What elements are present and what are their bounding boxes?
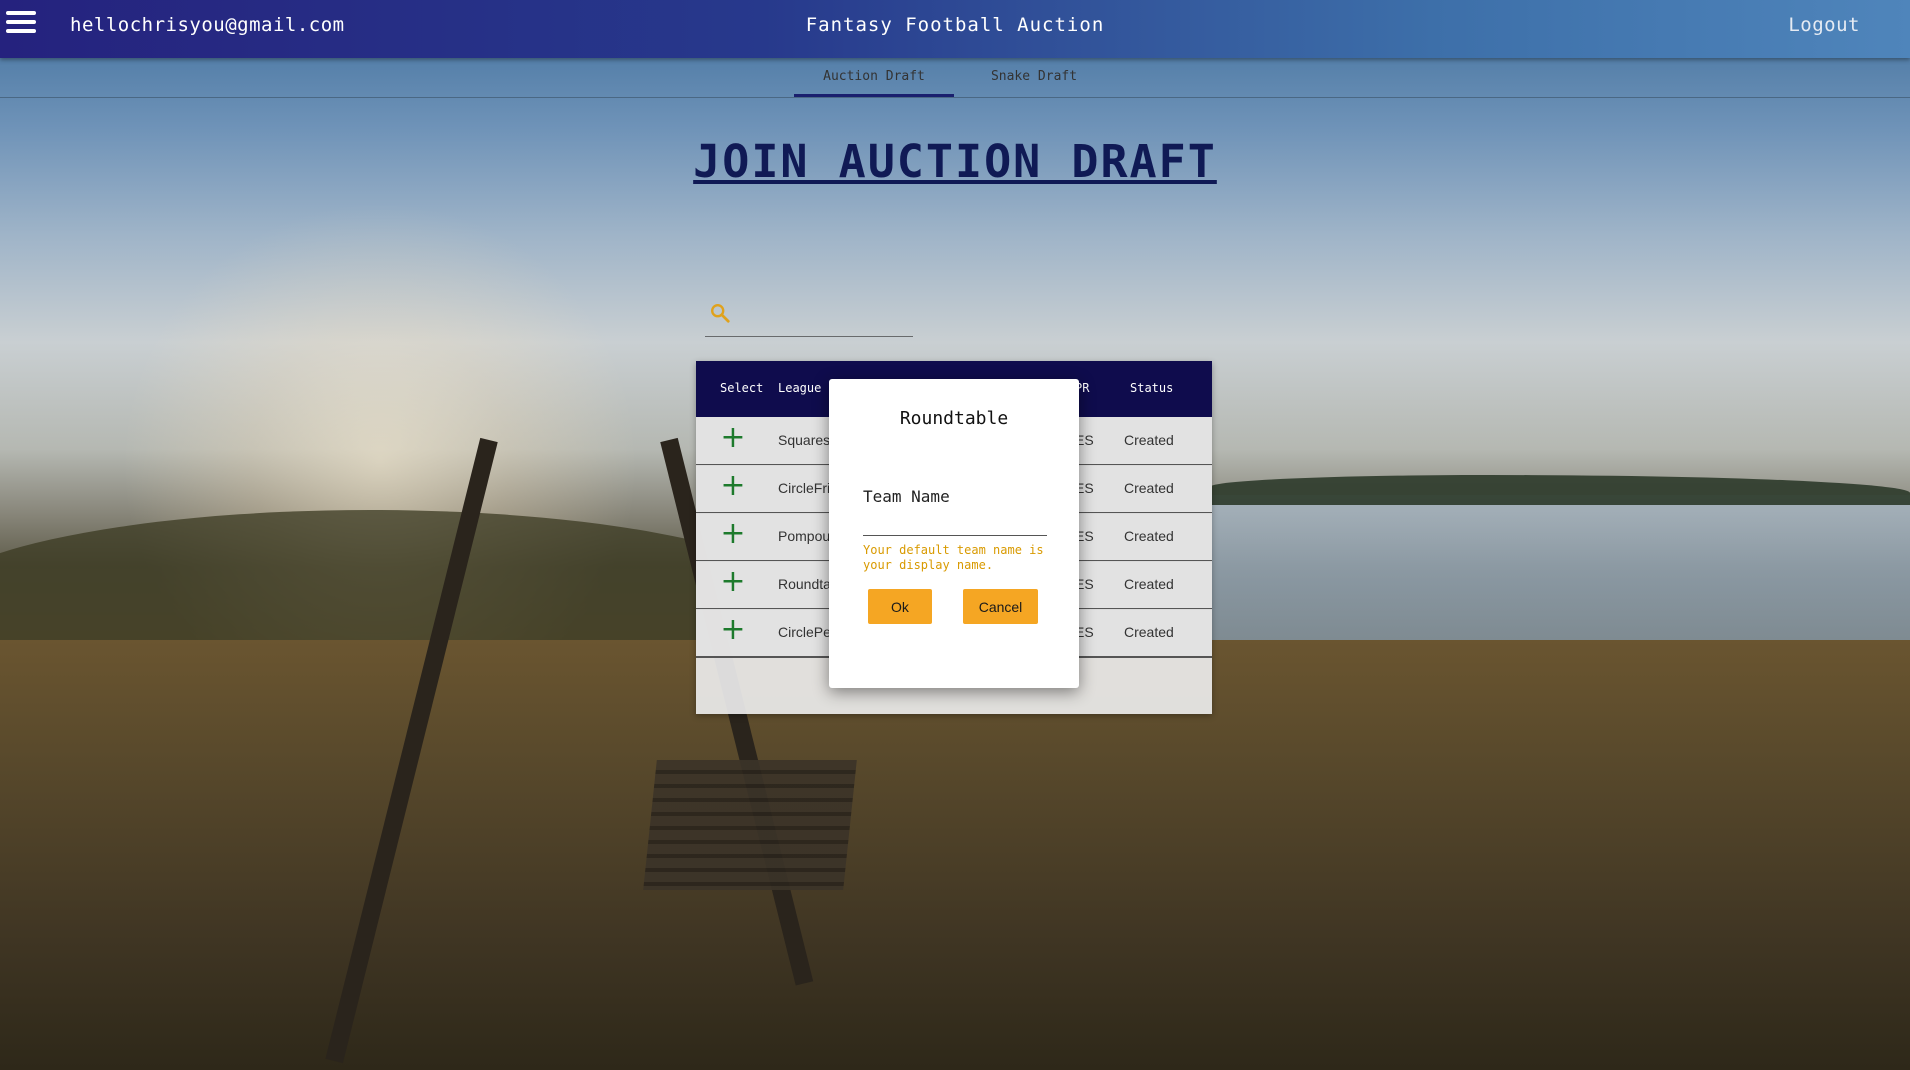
app-title: Fantasy Football Auction [805,14,1105,36]
team-name-input[interactable] [863,507,1047,536]
team-name-label: Team Name [863,487,950,506]
status-value: Created [1124,432,1174,448]
add-icon[interactable]: + [718,615,748,645]
search-input[interactable] [739,302,913,330]
league-name: Pompou [778,528,831,544]
search-box [705,296,913,337]
page: hellochrisyou@gmail.com Fantasy Football… [0,0,1910,1070]
status-value: Created [1124,624,1174,640]
add-icon[interactable]: + [718,471,748,501]
cancel-button[interactable]: Cancel [963,589,1038,624]
search-icon [711,304,730,323]
tab-snake-draft[interactable]: Snake Draft [954,58,1114,94]
add-icon[interactable]: + [718,423,748,453]
column-header-league-name[interactable]: League N [778,381,836,395]
team-name-hint: Your default team name is your display n… [863,543,1044,572]
league-name: CirclePe [778,624,831,640]
league-name: CircleFri [778,480,831,496]
dialog-title: Roundtable [899,408,1009,429]
join-league-dialog: Roundtable Team Name Your default team n… [829,379,1079,688]
add-icon[interactable]: + [718,567,748,597]
logout-link[interactable]: Logout [1788,14,1860,36]
ok-button[interactable]: Ok [868,589,932,624]
status-value: Created [1124,480,1174,496]
background-swing-bench [643,760,857,890]
league-name: Squares [778,432,831,448]
column-header-status[interactable]: Status [1130,381,1173,395]
status-value: Created [1124,528,1174,544]
column-header-select[interactable]: Select [720,381,763,395]
top-navbar: hellochrisyou@gmail.com Fantasy Football… [0,0,1910,58]
page-title: JOIN AUCTION DRAFT [693,135,1217,188]
background-treeline [1210,475,1910,505]
status-value: Created [1124,576,1174,592]
tab-auction-draft[interactable]: Auction Draft [794,58,954,97]
league-name: Roundta [778,576,831,592]
draft-tabs: Auction Draft Snake Draft [0,58,1910,98]
add-icon[interactable]: + [718,519,748,549]
